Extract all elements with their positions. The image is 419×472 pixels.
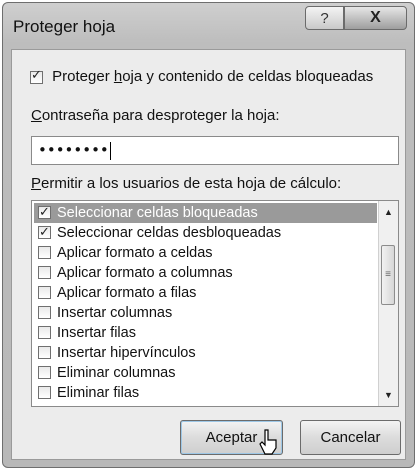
close-icon: X [370, 9, 381, 26]
dialog-body: Proteger hoja y contenido de celdas bloq… [11, 49, 406, 460]
protect-sheet-dialog: Proteger hoja ? X Proteger hoja y conten… [2, 2, 415, 468]
permissions-list[interactable]: Seleccionar celdas bloqueadas Seleccionar… [31, 200, 399, 407]
cancel-button[interactable]: Cancelar [300, 420, 401, 455]
password-label: Contraseña para desproteger la hoja: [31, 107, 280, 124]
permission-checkbox[interactable] [38, 325, 51, 339]
permission-item[interactable]: Seleccionar celdas bloqueadas [34, 203, 377, 223]
help-icon: ? [320, 9, 329, 27]
permission-item[interactable]: Eliminar columnas [34, 363, 377, 383]
permission-checkbox[interactable] [38, 203, 51, 223]
permission-item[interactable]: Insertar filas [34, 323, 377, 343]
permission-checkbox[interactable] [38, 305, 51, 319]
permission-item[interactable]: Aplicar formato a celdas [34, 243, 377, 263]
permission-checkbox[interactable] [38, 365, 51, 379]
text-caret [109, 141, 111, 160]
permission-checkbox[interactable] [38, 223, 51, 243]
dialog-title: Proteger hoja [13, 17, 116, 36]
permission-item[interactable]: Insertar hipervínculos [34, 343, 377, 363]
scroll-down-icon[interactable]: ▼ [379, 386, 398, 404]
permission-checkbox[interactable] [38, 245, 51, 259]
password-input[interactable]: •••••••• [31, 136, 399, 165]
help-button[interactable]: ? [305, 6, 344, 30]
close-button[interactable]: X [344, 6, 407, 30]
permission-label: Aplicar formato a columnas [57, 265, 233, 281]
permission-item[interactable]: Seleccionar celdas desbloqueadas [34, 223, 377, 243]
scroll-thumb[interactable]: ≡ [381, 245, 395, 305]
list-scrollbar[interactable]: ▲ ≡ ▼ [378, 201, 398, 406]
mouse-pointer-icon [259, 429, 277, 455]
permission-label: Insertar columnas [57, 305, 173, 321]
scroll-up-icon[interactable]: ▲ [379, 203, 398, 221]
permission-item[interactable]: Eliminar filas [34, 383, 377, 403]
permission-item[interactable]: Aplicar formato a filas [34, 283, 377, 303]
permission-label: Insertar hipervínculos [57, 345, 196, 361]
permission-label: Aplicar formato a celdas [57, 245, 213, 261]
permission-label: Eliminar columnas [57, 365, 176, 381]
protect-sheet-checkbox[interactable] [30, 68, 43, 84]
permission-item[interactable]: Insertar columnas [34, 303, 377, 323]
permission-checkbox[interactable] [38, 385, 51, 399]
protect-sheet-label: Proteger hoja y contenido de celdas bloq… [52, 68, 374, 85]
permission-checkbox[interactable] [38, 265, 51, 279]
permission-checkbox[interactable] [38, 285, 51, 299]
protect-sheet-option[interactable]: Proteger hoja y contenido de celdas bloq… [30, 68, 373, 85]
permissions-label: Permitir a los usuarios de esta hoja de … [31, 175, 342, 192]
permission-label: Eliminar filas [57, 385, 140, 401]
permission-checkbox[interactable] [38, 345, 51, 359]
password-value: •••••••• [38, 141, 109, 159]
permission-label: Aplicar formato a filas [57, 285, 197, 301]
permission-label: Insertar filas [57, 325, 136, 341]
permission-label: Seleccionar celdas bloqueadas [57, 205, 258, 221]
permission-item[interactable]: Aplicar formato a columnas [34, 263, 377, 283]
permission-label: Seleccionar celdas desbloqueadas [57, 225, 282, 241]
